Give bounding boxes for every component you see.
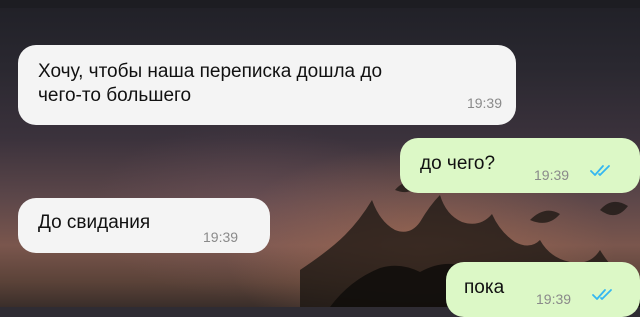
message-bubble-incoming[interactable]: До свидания 19:39 [18, 198, 270, 253]
message-text: до чего? [420, 153, 496, 174]
message-bubble-outgoing[interactable]: до чего? 19:39 [400, 138, 640, 193]
message-text: До свидания [38, 212, 151, 233]
message-bubble-incoming[interactable]: Хочу, чтобы наша переписка дошла до чего… [18, 45, 516, 125]
message-timestamp: 19:39 [536, 291, 572, 307]
message-timestamp: 19:39 [466, 95, 502, 111]
message-bubble-outgoing[interactable]: пока 19:39 [446, 262, 640, 317]
message-timestamp: 19:39 [203, 229, 239, 245]
double-check-icon [590, 165, 610, 176]
message-timestamp: 19:39 [534, 167, 570, 183]
message-text: Хочу, чтобы наша переписка дошла до чего… [38, 61, 383, 106]
message-text: пока [464, 277, 505, 298]
top-strip [0, 0, 640, 8]
double-check-icon [592, 289, 612, 300]
